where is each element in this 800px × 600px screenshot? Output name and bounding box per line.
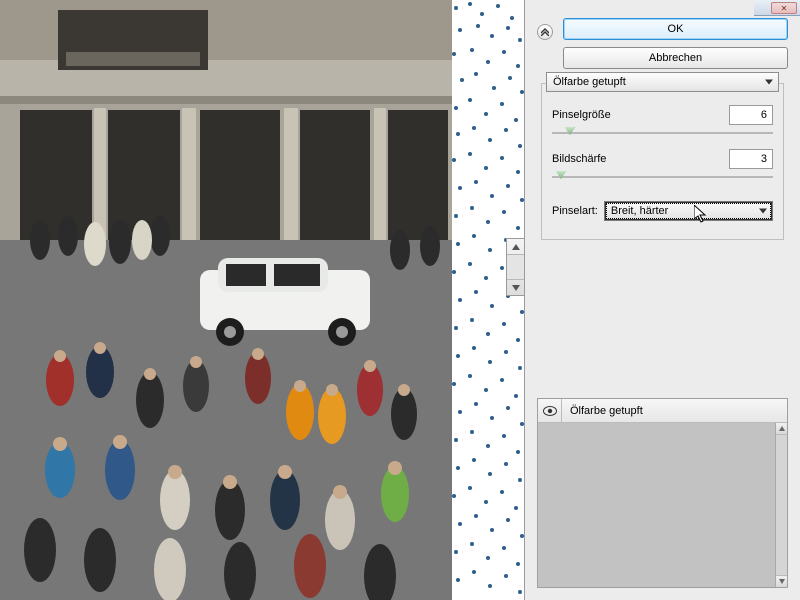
list-item[interactable]: Ölfarbe getupft (538, 399, 787, 423)
window-titlebar-fragment: ✕ (754, 0, 800, 16)
effect-layers-list: Ölfarbe getupft (537, 398, 788, 588)
filter-name-combo[interactable]: Ölfarbe getupft (546, 72, 779, 92)
brush-type-combo[interactable]: Breit, härter (604, 201, 773, 221)
brush-size-slider[interactable] (552, 127, 773, 141)
filter-name-label: Ölfarbe getupft (553, 76, 626, 88)
cancel-button[interactable]: Abbrechen (563, 47, 788, 69)
brush-size-input[interactable] (729, 105, 773, 125)
chevron-down-icon (759, 209, 767, 214)
preview-vertical-scrollbar[interactable] (506, 238, 524, 296)
app-root: ✕ OK Abbrechen Ölfarbe getupft (0, 0, 800, 600)
sharpness-slider[interactable] (552, 171, 773, 185)
eye-icon (543, 406, 557, 416)
brush-type-label: Pinselart: (552, 205, 598, 217)
sharpness-input[interactable] (729, 149, 773, 169)
filter-params-group: Ölfarbe getupft Pinselgröße Bilds (541, 83, 784, 240)
sharpness-label: Bildschärfe (552, 153, 606, 165)
brush-type-value: Breit, härter (611, 205, 668, 217)
preview-illustration (0, 0, 524, 600)
filter-preview[interactable] (0, 0, 524, 600)
filter-settings-panel: ✕ OK Abbrechen Ölfarbe getupft (524, 0, 800, 600)
brush-size-label: Pinselgröße (552, 109, 611, 121)
window-close-button[interactable]: ✕ (771, 2, 797, 14)
layer-label: Ölfarbe getupft (562, 405, 643, 417)
layers-scrollbar[interactable] (775, 423, 787, 587)
ok-button[interactable]: OK (563, 18, 788, 40)
visibility-toggle[interactable] (538, 399, 562, 423)
chevron-down-icon (765, 80, 773, 85)
collapse-toggle[interactable] (537, 24, 553, 40)
